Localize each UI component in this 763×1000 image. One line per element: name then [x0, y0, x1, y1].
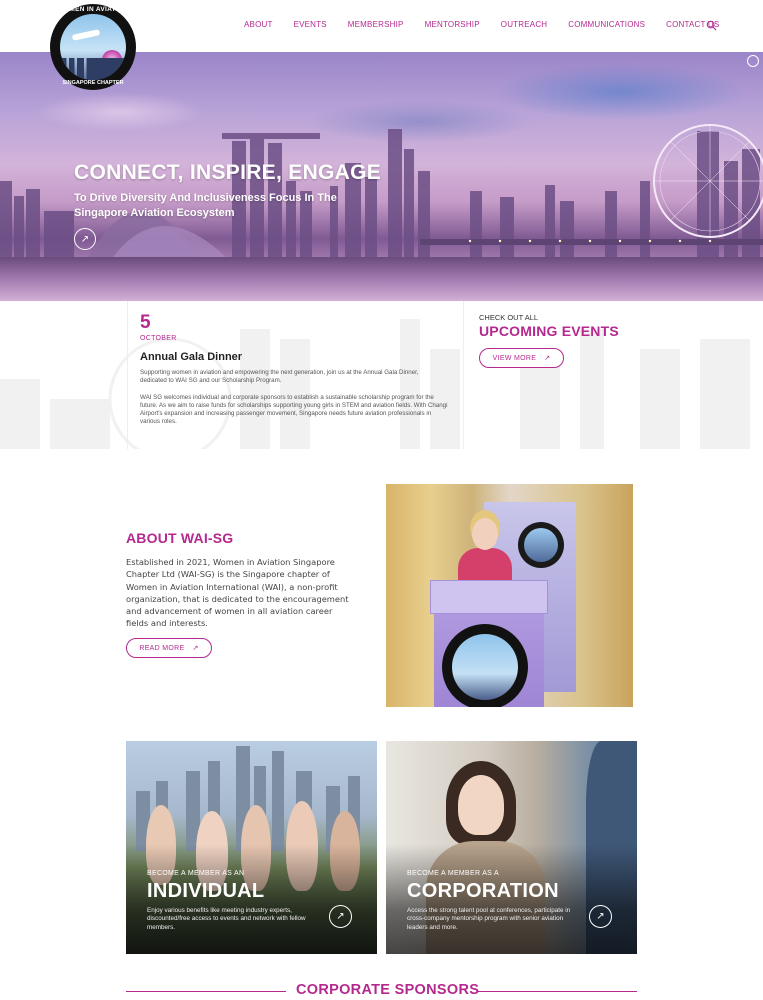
hero-water [0, 257, 763, 301]
sponsors-divider-left [126, 991, 286, 992]
main-nav: ABOUT EVENTS MEMBERSHIP MENTORSHIP OUTRE… [244, 20, 740, 29]
hero-subtitle: To Drive Diversity And Inclusiveness Foc… [74, 192, 337, 219]
event-title[interactable]: Annual Gala Dinner [140, 351, 242, 363]
logo-text-bottom: SINGAPORE CHAPTER [62, 80, 124, 86]
nav-about[interactable]: ABOUT [244, 20, 273, 29]
nav-outreach[interactable]: OUTREACH [501, 20, 548, 29]
about-text: Established in 2021, Women in Aviation S… [126, 557, 349, 629]
photo-podium-badge-inner [452, 634, 518, 700]
photo-speaker-head [472, 518, 498, 550]
search-icon[interactable] [706, 20, 717, 31]
hero-title: CONNECT, INSPIRE, ENGAGE [74, 161, 382, 184]
site-logo[interactable]: WOMEN IN AVIATION SINGAPORE CHAPTER [50, 4, 136, 90]
corporation-kicker: BECOME A MEMBER AS A [407, 870, 499, 877]
about-photo [386, 484, 633, 707]
read-more-label: READ MORE [139, 644, 185, 652]
logo-emblem [60, 14, 126, 80]
corporation-arrow-button[interactable]: ↗ [589, 905, 612, 928]
nav-communications[interactable]: COMMUNICATIONS [568, 20, 645, 29]
individual-membership-card[interactable]: BECOME A MEMBER AS AN INDIVIDUAL Enjoy v… [126, 741, 377, 954]
individual-description: Enjoy various benefits like meeting indu… [147, 907, 306, 931]
photo-logo-banner [518, 522, 564, 568]
event-description-1: Supporting women in aviation and empower… [140, 369, 419, 384]
photo-podium-top [430, 580, 548, 614]
hero-arrow-button[interactable]: ↗ [74, 228, 96, 250]
member-figure [458, 775, 504, 835]
event-description-2: WAI SG welcomes individual and corporate… [140, 394, 448, 425]
event-month: OCTOBER [140, 335, 177, 342]
arrow-up-right-icon: ↗ [80, 233, 90, 245]
plane-icon [71, 29, 101, 41]
arrow-up-right-icon: ↗ [544, 355, 551, 362]
about-title: ABOUT WAI-SG [126, 530, 234, 546]
sponsors-title: CORPORATE SPONSORS [296, 982, 480, 998]
upcoming-kicker: CHECK OUT ALL [479, 313, 539, 322]
nav-membership[interactable]: MEMBERSHIP [348, 20, 404, 29]
arrow-up-right-icon: ↗ [192, 645, 199, 652]
nav-events[interactable]: EVENTS [294, 20, 327, 29]
corporation-description: Access the strong talent pool at confere… [407, 907, 571, 931]
corporation-title: CORPORATION [407, 880, 559, 902]
upcoming-events-title: UPCOMING EVENTS [479, 323, 619, 339]
view-more-label: VIEW MORE [492, 354, 537, 362]
hero-banner: CONNECT, INSPIRE, ENGAGE To Drive Divers… [0, 52, 763, 301]
nav-mentorship[interactable]: MENTORSHIP [425, 20, 480, 29]
arrow-up-right-icon: ↗ [336, 911, 345, 922]
individual-kicker: BECOME A MEMBER AS AN [147, 870, 245, 877]
logo-text-top: WOMEN IN AVIATION [57, 6, 129, 13]
view-more-button[interactable]: VIEW MORE ↗ [479, 348, 564, 368]
expand-icon[interactable] [747, 55, 759, 67]
corporation-membership-card[interactable]: BECOME A MEMBER AS A CORPORATION Access … [386, 741, 637, 954]
arrow-up-right-icon: ↗ [596, 911, 605, 922]
individual-arrow-button[interactable]: ↗ [329, 905, 352, 928]
event-day: 5 [140, 312, 151, 333]
individual-title: INDIVIDUAL [147, 880, 265, 902]
skyline-icon [60, 58, 126, 80]
read-more-button[interactable]: READ MORE ↗ [126, 638, 212, 658]
sponsors-divider-right [478, 991, 637, 992]
